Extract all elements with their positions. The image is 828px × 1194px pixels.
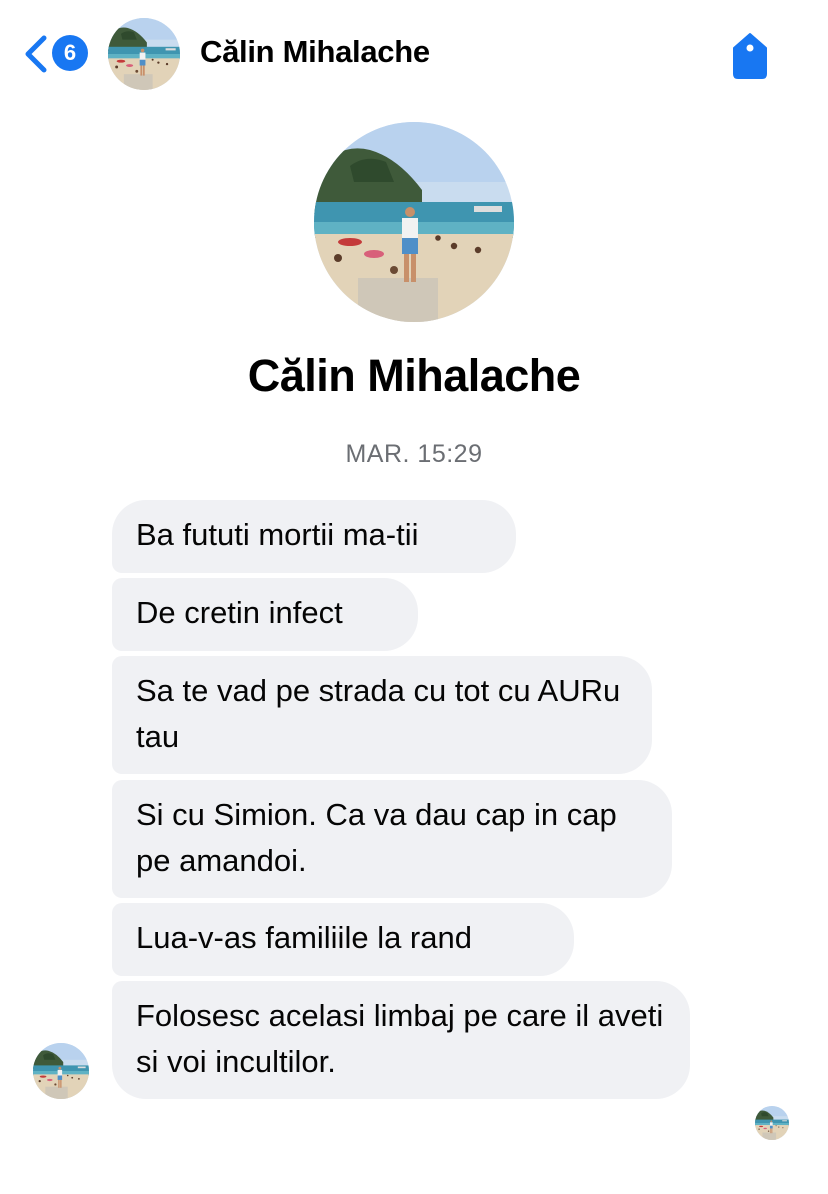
conversation-header: 6 Călin Mihalache <box>0 0 828 112</box>
message-bubble[interactable]: Folosesc acelasi limbaj pe care il aveti… <box>112 981 690 1099</box>
contact-name[interactable]: Călin Mihalache <box>200 34 430 70</box>
message-bubble[interactable]: Si cu Simion. Ca va dau cap in cap pe am… <box>112 780 672 898</box>
contact-avatar[interactable] <box>108 18 180 90</box>
profile-name: Călin Mihalache <box>247 350 581 401</box>
profile-photo[interactable] <box>314 122 514 322</box>
message-bubble[interactable]: Lua-v-as familiile la rand <box>112 903 574 976</box>
message-timestamp: MAR. 15:29 <box>345 440 483 468</box>
tag-button[interactable] <box>728 28 772 82</box>
seen-indicator-avatar <box>755 1106 789 1140</box>
message-bubble[interactable]: Ba fututi mortii ma-tii <box>112 500 516 573</box>
message-bubble[interactable]: De cretin infect <box>112 578 418 651</box>
message-bubble[interactable]: Sa te vad pe strada cu tot cu AURu tau <box>112 656 652 774</box>
tag-icon <box>733 33 767 79</box>
unread-count-badge: 6 <box>52 35 88 71</box>
sender-avatar[interactable] <box>33 1043 89 1099</box>
back-button[interactable]: 6 <box>22 30 92 80</box>
chevron-left-icon <box>25 35 47 73</box>
